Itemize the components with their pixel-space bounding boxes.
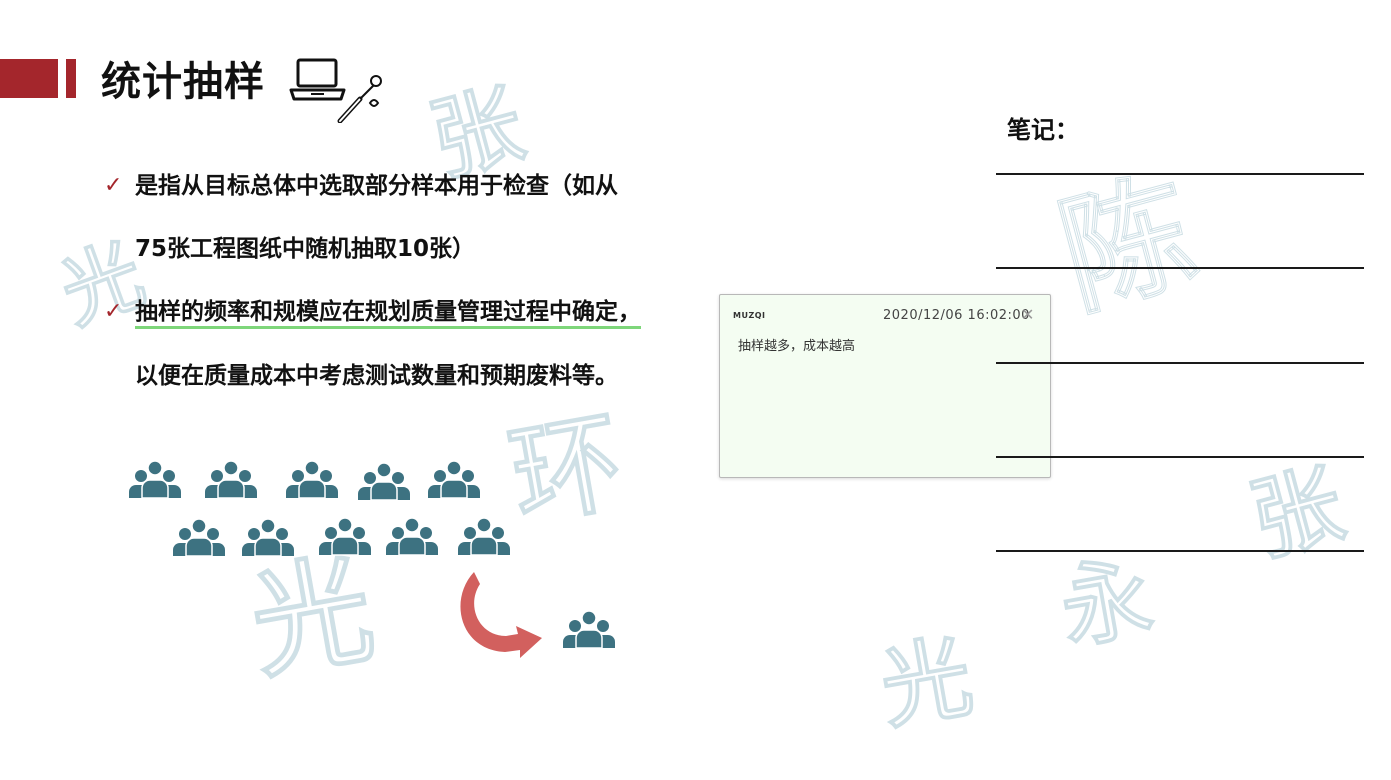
watermark: 永 <box>1052 542 1160 663</box>
note-line[interactable] <box>996 173 1364 175</box>
watermark: 陈 <box>1045 153 1211 335</box>
note-line[interactable] <box>996 550 1364 552</box>
people-group-icon <box>172 518 226 557</box>
people-group-icon <box>204 460 258 499</box>
sticky-note-timestamp: 2020/12/06 16:02:00 <box>883 308 1030 323</box>
people-group-icon <box>562 610 616 649</box>
people-group-icon <box>427 460 481 499</box>
people-group-icon <box>128 460 182 499</box>
close-icon[interactable]: ✕ <box>1021 305 1034 324</box>
people-group-icon <box>385 517 439 556</box>
watermark: 张 <box>1239 449 1355 576</box>
sticky-note-text[interactable]: 抽样越多，成本越高 <box>738 335 855 354</box>
people-group-icon <box>285 460 339 499</box>
people-group-icon <box>241 518 295 557</box>
sticky-note-brand: MUZQI <box>733 311 766 320</box>
note-line[interactable] <box>996 362 1364 364</box>
note-line[interactable] <box>996 267 1364 269</box>
watermark: 光 <box>872 622 980 743</box>
sticky-note[interactable]: MUZQI 2020/12/06 16:02:00 ✕ 抽样越多，成本越高 <box>719 294 1051 478</box>
notes-label: 笔记： <box>1007 116 1079 144</box>
people-group-icon <box>357 462 411 501</box>
curved-arrow-icon <box>460 572 542 658</box>
people-group-icon <box>457 517 511 556</box>
people-group-icon <box>318 517 372 556</box>
note-line[interactable] <box>996 456 1364 458</box>
population-illustration <box>128 460 616 658</box>
